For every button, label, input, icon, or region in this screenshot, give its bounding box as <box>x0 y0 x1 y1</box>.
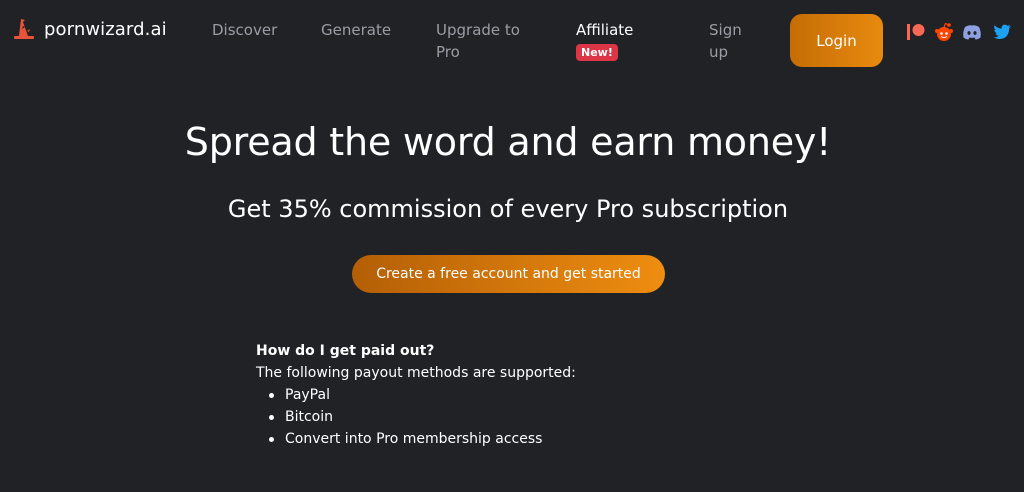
hero-title: Spread the word and earn money! <box>184 120 832 164</box>
nav-sign-up[interactable]: Sign up <box>709 19 749 63</box>
payout-faq: How do I get paid out? The following pay… <box>256 340 676 450</box>
patreon-icon[interactable] <box>905 21 927 43</box>
twitter-icon[interactable] <box>991 21 1013 43</box>
brand-name: pornwizard.ai <box>44 18 167 40</box>
brand-logo-link[interactable]: pornwizard.ai <box>12 17 167 41</box>
bullet-icon <box>269 393 274 398</box>
list-item: PayPal <box>269 384 676 406</box>
bullet-icon <box>269 437 274 442</box>
nav-affiliate[interactable]: Affiliate <box>576 19 633 41</box>
create-account-button[interactable]: Create a free account and get started <box>352 255 665 293</box>
wizard-hat-icon <box>14 19 34 39</box>
login-button[interactable]: Login <box>790 14 883 67</box>
hero-subtitle: Get 35% commission of every Pro subscrip… <box>227 195 789 223</box>
reddit-icon[interactable] <box>933 21 955 43</box>
payout-method-label: PayPal <box>285 387 330 403</box>
payout-methods-list: PayPal Bitcoin Convert into Pro membersh… <box>269 384 676 450</box>
discord-icon[interactable] <box>961 21 983 43</box>
new-badge: New! <box>576 44 618 61</box>
list-item: Convert into Pro membership access <box>269 428 676 450</box>
payout-method-label: Convert into Pro membership access <box>285 431 543 447</box>
bullet-icon <box>269 415 274 420</box>
nav-upgrade-to-pro[interactable]: Upgrade to Pro <box>436 19 536 63</box>
nav-generate[interactable]: Generate <box>321 19 391 41</box>
nav-discover[interactable]: Discover <box>212 19 277 41</box>
faq-question: How do I get paid out? <box>256 343 435 359</box>
payout-method-label: Bitcoin <box>285 409 334 425</box>
affiliate-page: pornwizard.ai Discover Generate Upgrade … <box>0 0 1024 492</box>
faq-answer: The following payout methods are support… <box>256 365 576 381</box>
list-item: Bitcoin <box>269 406 676 428</box>
